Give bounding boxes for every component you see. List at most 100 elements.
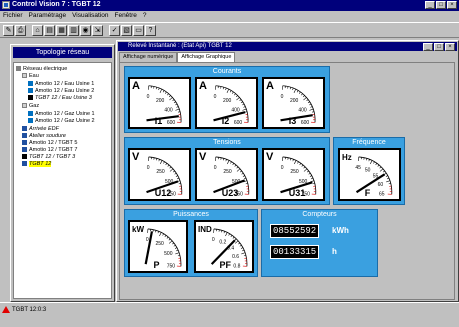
alarm-icon[interactable]: ◉ (80, 25, 91, 36)
tree-item-reseau[interactable]: Réseau électrique (16, 66, 67, 73)
gauge-tick (293, 159, 294, 161)
window-icon[interactable]: ▭ (133, 25, 144, 36)
gauge-tick (227, 89, 229, 93)
gauge-tick (229, 234, 230, 236)
gauge-u12: 0250500750VU12 (128, 148, 191, 201)
group-frequence-title: Fréquence (334, 138, 404, 147)
gauge-tick (167, 237, 168, 239)
gauge-i1: 0200400600AI1 (128, 77, 191, 129)
gauge-tick (307, 171, 309, 172)
gauge-tick-label: 400 (298, 107, 307, 113)
network-icon (16, 66, 21, 71)
tree-item-gaz-1[interactable]: Amotio 12 / Gaz Usine 1 (28, 111, 95, 118)
window-title: Control Vision 7 : TGBT 12 (12, 1, 101, 8)
readings-maximize-button[interactable]: □ (434, 43, 444, 51)
tree-item-eau[interactable]: Eau (22, 73, 39, 80)
readings-minimize-button[interactable]: _ (423, 43, 433, 51)
menu-fenetre[interactable]: Fenêtre (114, 11, 136, 21)
group-compteurs-title: Compteurs (262, 210, 377, 219)
gauge-tick-label: 400 (231, 107, 240, 113)
tab-affichage-graphique[interactable]: Affichage Graphique (177, 52, 235, 62)
tree-item-tgbt7[interactable]: Amotio 12 / TGBT 7 (22, 147, 77, 154)
gauge-tick (307, 100, 309, 101)
gauge-tick-label: 0 (146, 237, 149, 243)
topology-tree: Réseau électrique Eau Amotio 12 / Eau Us… (13, 62, 112, 299)
topology-icon[interactable]: ⌂ (32, 25, 43, 36)
grid-icon[interactable]: ▦ (56, 25, 67, 36)
gauge-letter: V (132, 152, 139, 163)
status-message: TGBT 12:0:3 (12, 305, 46, 315)
gauge-tick (300, 163, 301, 165)
gauge-tick (387, 178, 389, 179)
gauge-tick (169, 241, 172, 244)
export-icon[interactable]: ⇲ (92, 25, 103, 36)
minimize-button[interactable]: _ (425, 1, 435, 9)
gauge-tick (237, 169, 240, 172)
gauge-frequence: 4550556065HzF (338, 148, 401, 201)
window-titlebar: Control Vision 7 : TGBT 12 _ □ × (0, 0, 459, 11)
menu-help[interactable]: ? (143, 11, 147, 21)
maximize-button[interactable]: □ (436, 1, 446, 9)
tree-item-gaz[interactable]: Gaz (22, 103, 39, 110)
gauge-letter: A (199, 81, 207, 92)
gauge-tick-label: 250 (290, 169, 299, 175)
gauge-tick (225, 232, 227, 236)
gauge-tick (236, 95, 237, 96)
gauge-tick (234, 94, 235, 96)
gauge-tick (174, 102, 176, 103)
topology-panel-title: Topologie réseau (13, 47, 112, 58)
print-icon[interactable]: ⎙ (15, 25, 26, 36)
gauge-tick (240, 171, 242, 172)
readings-close-button[interactable]: × (445, 43, 455, 51)
close-button[interactable]: × (447, 1, 457, 9)
tree-item-eau-2[interactable]: Amotio 12 / Eau Usine 2 (28, 88, 94, 95)
graph-icon[interactable]: ▧ (121, 25, 132, 36)
tree-item-gaz-2[interactable]: Amotio 12 / Gaz Usine 2 (28, 118, 95, 125)
tree-item-arrivee-edf[interactable]: Arrivée EDF (22, 126, 59, 133)
gauge-letter: V (199, 152, 206, 163)
tree-item-tgbt3[interactable]: TGBT 12 / TGBT 3 (22, 154, 75, 161)
tree-item-atelier[interactable]: Atelier soudure (22, 133, 66, 140)
gauge-tick (370, 160, 372, 164)
tree-item-eau-3[interactable]: TGBT 12 / Eau Usine 3 (28, 95, 92, 102)
menu-fichier[interactable]: Fichier (3, 11, 23, 21)
open-icon[interactable]: ✎ (3, 25, 14, 36)
check-icon[interactable]: ✓ (109, 25, 120, 36)
gauge-tick (309, 104, 311, 105)
tree-item-tgbt5[interactable]: Amotio 12 / TGBT 5 (22, 140, 77, 147)
gauge-tick (166, 163, 167, 165)
gauge-tick (168, 165, 169, 167)
gauge-tick (163, 162, 164, 164)
gauge-letter: V (266, 152, 273, 163)
table-icon[interactable]: ▥ (68, 25, 79, 36)
group-puissances-title: Puissances (125, 210, 257, 219)
gauge-tick (297, 162, 298, 164)
tree-item-eau-1[interactable]: Amotio 12 / Eau Usine 1 (28, 81, 94, 88)
gauge-tick (294, 160, 296, 164)
gauge-tick (176, 176, 178, 177)
gauge-tick (232, 92, 233, 94)
gauge-tick (378, 165, 379, 167)
gauge-tick (159, 88, 160, 90)
gauge-tick (290, 87, 291, 89)
menu-visualisation[interactable]: Visualisation (72, 11, 108, 21)
gauge-tick (223, 158, 224, 160)
tree-item-tgbt12[interactable]: TGBT 12 (22, 161, 51, 168)
gauge-unit-label: F (365, 189, 371, 198)
gauge-tick (380, 169, 383, 172)
gauge-tick-label: 45 (355, 165, 361, 171)
gauge-tick (230, 162, 231, 164)
gauge-tick (231, 235, 232, 237)
meter-icon (28, 88, 33, 93)
gauge-tick (230, 91, 231, 93)
tab-affichage-numerique[interactable]: Affichage numérique (119, 52, 177, 62)
menu-parametrage[interactable]: Paramétrage (29, 11, 67, 21)
help-icon[interactable]: ? (145, 25, 156, 36)
gauge-tick (242, 104, 244, 105)
topology-panel-header: Topologie réseau (13, 47, 112, 58)
gauge-unit-label: U12 (155, 189, 172, 198)
chart-icon[interactable]: ▤ (44, 25, 55, 36)
gauge-u23: 0250500750VU23 (195, 148, 258, 201)
gauge-tick (226, 88, 227, 90)
gauge-tick (386, 181, 390, 182)
